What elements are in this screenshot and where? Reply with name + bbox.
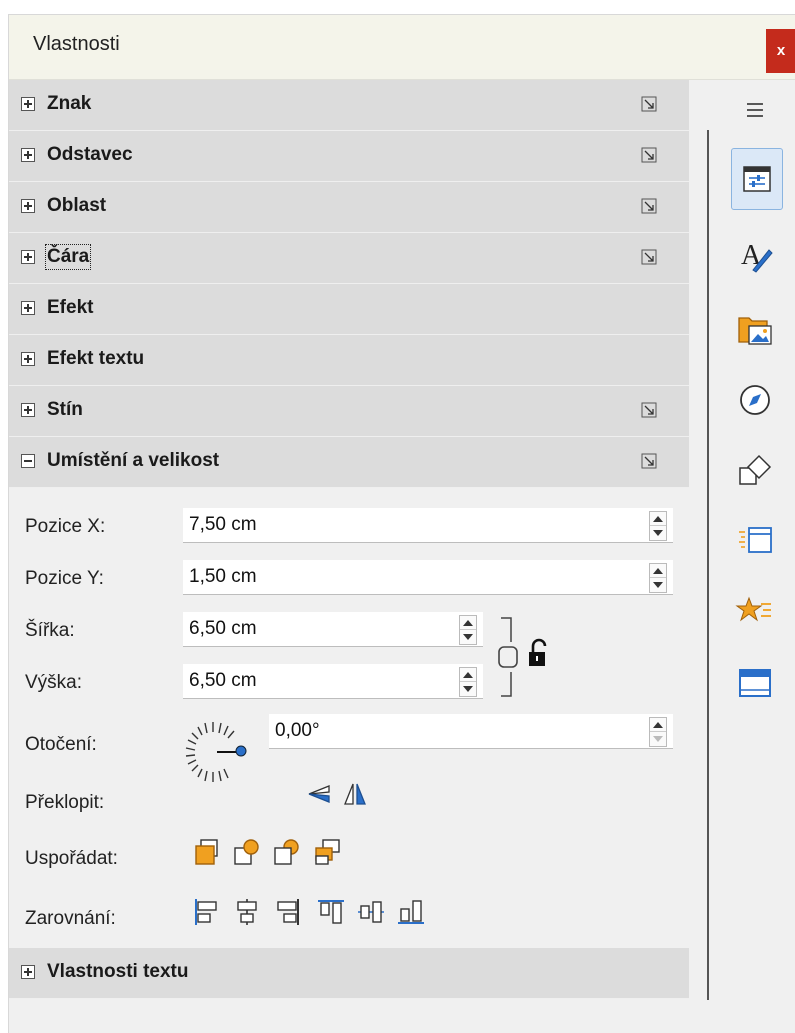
back-one-icon[interactable]: [271, 836, 303, 868]
height-value: 6,50 cm: [189, 670, 257, 691]
sidebar-item-properties[interactable]: [731, 148, 783, 210]
rotation-label: Otočení:: [25, 734, 97, 755]
sidebar-divider: [707, 130, 709, 1000]
bring-to-front-icon[interactable]: [191, 836, 223, 868]
section-oblast[interactable]: Oblast: [9, 182, 689, 233]
section-cara[interactable]: Čára: [9, 233, 689, 284]
sidebar-tabbar: A: [697, 80, 795, 1033]
properties-icon: [743, 166, 771, 192]
pos-x-spinner[interactable]: [649, 511, 667, 541]
pos-x-label: Pozice X:: [25, 516, 106, 537]
pos-y-field[interactable]: 1,50 cm: [183, 560, 673, 595]
slide-transition-icon[interactable]: [735, 520, 775, 560]
more-options-icon[interactable]: [641, 402, 657, 418]
section-stin[interactable]: Stín: [9, 386, 689, 437]
master-slides-icon[interactable]: [735, 662, 775, 702]
section-znak[interactable]: Znak: [9, 80, 689, 131]
section-label: Znak: [47, 93, 92, 114]
collapse-icon[interactable]: [21, 454, 35, 468]
pos-y-spinner[interactable]: [649, 563, 667, 593]
pos-y-value: 1,50 cm: [189, 566, 257, 587]
section-efekt-textu[interactable]: Efekt textu: [9, 335, 689, 386]
send-to-back-icon[interactable]: [311, 836, 343, 868]
properties-sections: Znak Odstavec Oblast Čára Efekt Efekt te…: [9, 80, 689, 999]
align-label: Zarovnání:: [25, 908, 116, 929]
pos-x-field[interactable]: 7,50 cm: [183, 508, 673, 543]
more-options-icon[interactable]: [641, 453, 657, 469]
position-size-panel: Pozice X: 7,50 cm Pozice Y: 1,50 cm Šířk…: [9, 488, 689, 948]
navigator-icon[interactable]: [735, 380, 775, 420]
align-top-icon[interactable]: [315, 896, 347, 928]
expand-icon[interactable]: [21, 965, 35, 979]
gallery-icon[interactable]: [735, 308, 775, 348]
align-left-icon[interactable]: [191, 896, 223, 928]
more-options-icon[interactable]: [641, 96, 657, 112]
menu-icon[interactable]: [735, 90, 775, 130]
rotation-spinner[interactable]: [649, 717, 667, 747]
section-label: Umístění a velikost: [47, 450, 220, 471]
forward-one-icon[interactable]: [231, 836, 263, 868]
section-position-size[interactable]: Umístění a velikost: [9, 437, 689, 488]
align-bottom-icon[interactable]: [395, 896, 427, 928]
rotation-value: 0,00°: [275, 720, 320, 741]
section-label: Efekt textu: [47, 348, 145, 369]
more-options-icon[interactable]: [641, 147, 657, 163]
styles-icon[interactable]: A: [735, 236, 775, 276]
expand-icon[interactable]: [21, 250, 35, 264]
more-options-icon[interactable]: [641, 198, 657, 214]
expand-icon[interactable]: [21, 403, 35, 417]
section-label: Oblast: [47, 195, 107, 216]
section-label: Stín: [47, 399, 83, 420]
flip-horizontal-icon[interactable]: [339, 778, 371, 810]
window-title: Vlastnosti: [33, 33, 120, 55]
title-bar: Vlastnosti x: [9, 15, 795, 80]
shapes-icon[interactable]: [735, 450, 775, 490]
expand-icon[interactable]: [21, 301, 35, 315]
align-middle-icon[interactable]: [355, 896, 387, 928]
width-value: 6,50 cm: [189, 618, 257, 639]
width-label: Šířka:: [25, 620, 75, 641]
expand-icon[interactable]: [21, 352, 35, 366]
section-odstavec[interactable]: Odstavec: [9, 131, 689, 182]
close-button[interactable]: x: [766, 29, 795, 73]
rotation-dial-icon[interactable]: [179, 714, 259, 794]
flip-vertical-icon[interactable]: [303, 778, 335, 810]
align-right-icon[interactable]: [271, 896, 303, 928]
animation-icon[interactable]: [735, 592, 775, 632]
expand-icon[interactable]: [21, 97, 35, 111]
more-options-icon[interactable]: [641, 249, 657, 265]
section-label: Odstavec: [47, 144, 133, 165]
flip-label: Překlopit:: [25, 792, 105, 813]
pos-y-label: Pozice Y:: [25, 568, 104, 589]
section-label: Čára: [44, 244, 92, 270]
properties-window: Vlastnosti x Znak Odstavec Oblast Čára E…: [8, 14, 795, 1033]
height-spinner[interactable]: [459, 667, 477, 697]
height-label: Výška:: [25, 672, 83, 693]
section-label: Vlastnosti textu: [47, 961, 189, 982]
arrange-label: Uspořádat:: [25, 848, 118, 869]
expand-icon[interactable]: [21, 199, 35, 213]
width-field[interactable]: 6,50 cm: [183, 612, 483, 647]
section-efekt[interactable]: Efekt: [9, 284, 689, 335]
section-text-properties[interactable]: Vlastnosti textu: [9, 948, 689, 999]
align-center-icon[interactable]: [231, 896, 263, 928]
keep-ratio-icon[interactable]: [495, 614, 555, 700]
section-label: Efekt: [47, 297, 94, 318]
pos-x-value: 7,50 cm: [189, 514, 257, 535]
height-field[interactable]: 6,50 cm: [183, 664, 483, 699]
width-spinner[interactable]: [459, 615, 477, 645]
expand-icon[interactable]: [21, 148, 35, 162]
rotation-field[interactable]: 0,00°: [269, 714, 673, 749]
